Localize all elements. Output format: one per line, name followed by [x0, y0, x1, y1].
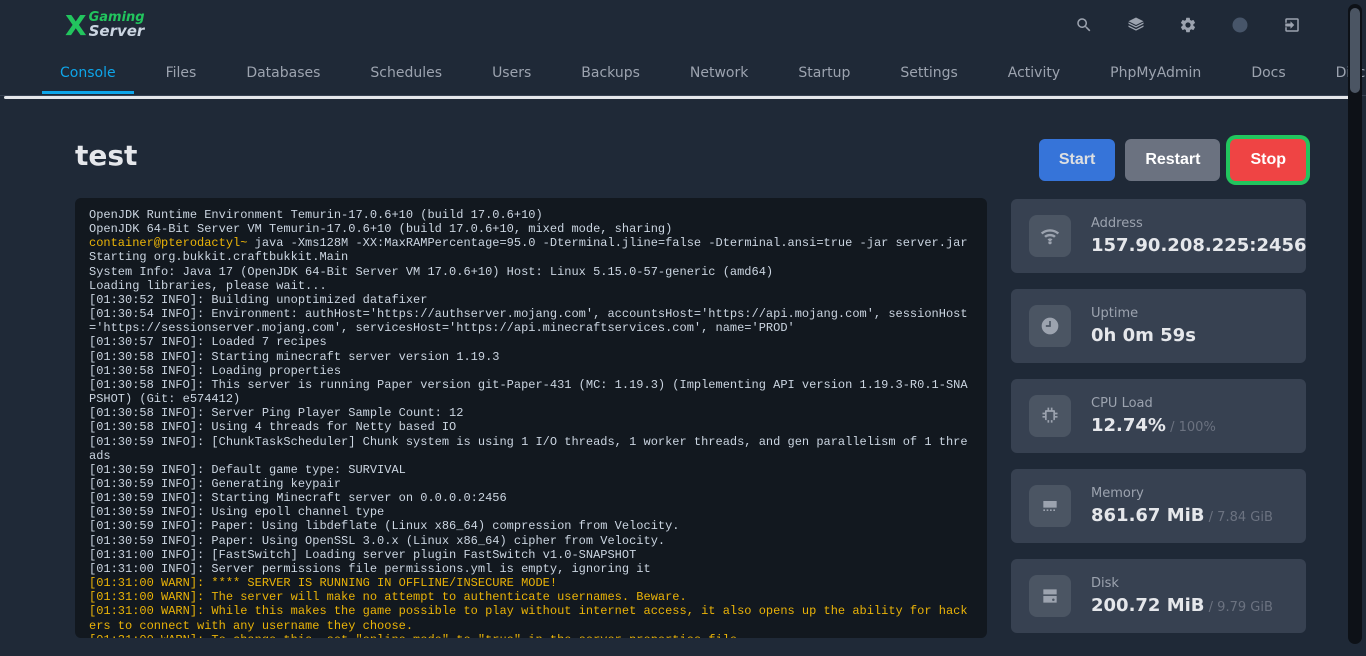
start-button[interactable]: Start: [1039, 139, 1115, 181]
search-icon[interactable]: [1075, 16, 1093, 34]
console-line: [01:31:00 INFO]: [FastSwitch] Loading se…: [89, 548, 973, 562]
layers-icon[interactable]: [1127, 16, 1145, 34]
console-line: [01:30:58 INFO]: Starting minecraft serv…: [89, 350, 973, 364]
console-line: [01:30:58 INFO]: This server is running …: [89, 378, 973, 406]
scroll-thumb[interactable]: [1350, 8, 1360, 93]
stat-label: CPU Load: [1091, 396, 1216, 411]
console-line: System Info: Java 17 (OpenJDK 64-Bit Ser…: [89, 265, 973, 279]
stat-value: 12.74%: [1091, 415, 1166, 436]
stat-memory: Memory 861.67 MiB / 7.84 GiB: [1011, 469, 1306, 543]
console-line: [01:30:59 INFO]: Using epoll channel typ…: [89, 505, 973, 519]
console-line: OpenJDK Runtime Environment Temurin-17.0…: [89, 208, 973, 222]
console-output[interactable]: OpenJDK Runtime Environment Temurin-17.0…: [75, 198, 987, 638]
console-line: [01:30:54 INFO]: Environment: authHost='…: [89, 307, 973, 335]
server-name: test: [75, 139, 987, 172]
stat-sub: / 9.79 GiB: [1205, 600, 1273, 615]
tab-activity[interactable]: Activity: [1008, 53, 1060, 93]
page-scrollbar[interactable]: [1348, 4, 1362, 644]
stat-label: Uptime: [1091, 306, 1196, 321]
memory-icon: [1029, 485, 1071, 527]
console-line: [01:31:00 WARN]: While this makes the ga…: [89, 604, 973, 632]
stat-disk: Disk 200.72 MiB / 9.79 GiB: [1011, 559, 1306, 633]
console-line: Loading libraries, please wait...: [89, 279, 973, 293]
console-line: [01:30:59 INFO]: Paper: Using OpenSSL 3.…: [89, 534, 973, 548]
stat-value: 200.72 MiB: [1091, 595, 1205, 616]
console-line: container@pterodactyl~ java -Xms128M -XX…: [89, 236, 973, 250]
stat-label: Memory: [1091, 486, 1273, 501]
console-line: [01:30:59 INFO]: [ChunkTaskScheduler] Ch…: [89, 435, 973, 463]
stat-sub: / 7.84 GiB: [1205, 510, 1273, 525]
globe-icon[interactable]: [1231, 16, 1249, 34]
console-line: [01:30:57 INFO]: Loaded 7 recipes: [89, 335, 973, 349]
tab-files[interactable]: Files: [166, 53, 197, 93]
console-line: [01:31:00 WARN]: To change this, set "on…: [89, 633, 973, 638]
restart-button[interactable]: Restart: [1125, 139, 1220, 181]
tab-console[interactable]: Console: [60, 53, 116, 93]
console-line: OpenJDK 64-Bit Server VM Temurin-17.0.6+…: [89, 222, 973, 236]
stat-value: 0h 0m 59s: [1091, 325, 1196, 346]
console-line: [01:30:52 INFO]: Building unoptimized da…: [89, 293, 973, 307]
stat-value: 861.67 MiB: [1091, 505, 1205, 526]
console-line: [01:30:59 INFO]: Starting Minecraft serv…: [89, 491, 973, 505]
stop-button[interactable]: Stop: [1230, 139, 1306, 181]
logo-mark: X: [65, 9, 85, 42]
logout-icon[interactable]: [1283, 16, 1301, 34]
tab-users[interactable]: Users: [492, 53, 531, 93]
tab-startup[interactable]: Startup: [798, 53, 850, 93]
nav-tabs: Console Files Databases Schedules Users Backu…: [0, 50, 1366, 96]
stat-sub: / 100%: [1166, 420, 1216, 435]
stat-uptime: Uptime 0h 0m 59s: [1011, 289, 1306, 363]
console-line: [01:30:58 INFO]: Loading properties: [89, 364, 973, 378]
console-line: [01:30:59 INFO]: Generating keypair: [89, 477, 973, 491]
cpu-icon: [1029, 395, 1071, 437]
tab-network[interactable]: Network: [690, 53, 748, 93]
console-line: Starting org.bukkit.craftbukkit.Main: [89, 250, 973, 264]
console-line: [01:31:00 WARN]: **** SERVER IS RUNNING …: [89, 576, 973, 590]
stat-label: Address: [1091, 216, 1307, 231]
console-line: [01:30:59 INFO]: Paper: Using libdeflate…: [89, 519, 973, 533]
console-line: [01:31:00 WARN]: The server will make no…: [89, 590, 973, 604]
console-line: [01:31:00 INFO]: Server permissions file…: [89, 562, 973, 576]
wifi-icon: [1029, 215, 1071, 257]
tab-databases[interactable]: Databases: [246, 53, 320, 93]
stat-value: 157.90.208.225:2456: [1091, 235, 1307, 256]
settings-icon[interactable]: [1179, 16, 1197, 34]
tab-settings[interactable]: Settings: [900, 53, 957, 93]
clock-icon: [1029, 305, 1071, 347]
logo-text-bottom: Server: [89, 24, 145, 39]
stat-label: Disk: [1091, 576, 1273, 591]
tab-schedules[interactable]: Schedules: [370, 53, 442, 93]
stat-cpu: CPU Load 12.74% / 100%: [1011, 379, 1306, 453]
tab-backups[interactable]: Backups: [581, 53, 640, 93]
tab-docs[interactable]: Docs: [1251, 53, 1285, 93]
disk-icon: [1029, 575, 1071, 617]
logo[interactable]: X Gaming Server: [65, 9, 145, 42]
tab-phpmyadmin[interactable]: PhpMyAdmin: [1110, 53, 1201, 93]
console-line: [01:30:59 INFO]: Default game type: SURV…: [89, 463, 973, 477]
stat-address: Address 157.90.208.225:2456: [1011, 199, 1306, 273]
console-line: [01:30:58 INFO]: Server Ping Player Samp…: [89, 406, 973, 420]
console-line: [01:30:58 INFO]: Using 4 threads for Net…: [89, 420, 973, 434]
